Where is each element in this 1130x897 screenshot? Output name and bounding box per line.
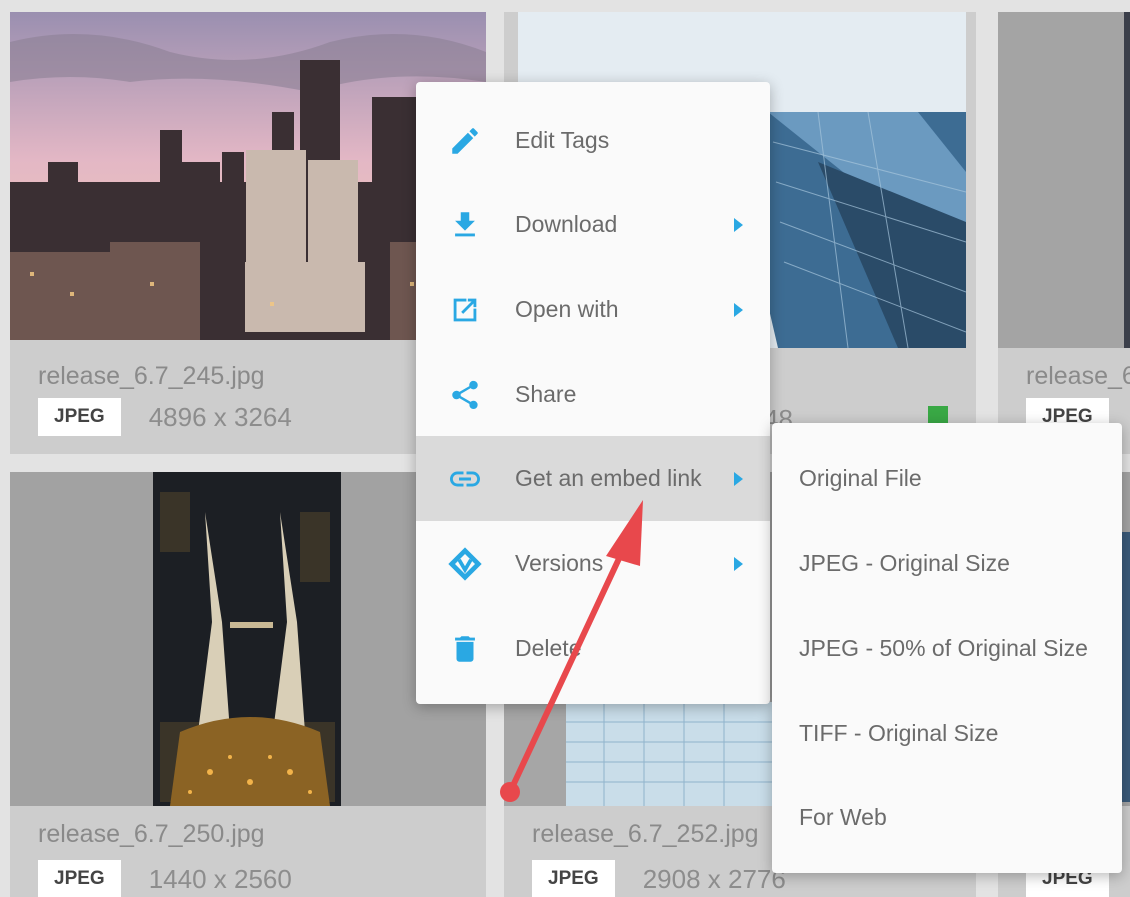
menu-item-versions[interactable]: Versions: [416, 521, 770, 606]
menu-item-label: Download: [515, 211, 618, 237]
asset-thumbnail[interactable]: [998, 12, 1130, 348]
download-icon: [444, 204, 486, 246]
chevron-right-icon: [734, 471, 743, 486]
menu-item-share[interactable]: Share: [416, 352, 770, 437]
asset-filename: release_6.7_245.jpg: [38, 362, 265, 390]
asset-dimensions: 2908 x 2776: [642, 863, 786, 894]
menu-item-label: Delete: [515, 635, 582, 661]
open-external-icon: [444, 289, 486, 331]
format-badge: JPEG: [38, 860, 121, 897]
trash-icon: [444, 628, 486, 670]
submenu-item-tiff-original[interactable]: TIFF - Original Size: [772, 692, 1122, 777]
menu-item-label: Share: [515, 381, 577, 407]
asset-filename: release_6.7_252.jpg: [532, 820, 759, 848]
menu-item-label: Open with: [515, 296, 619, 322]
asset-meta-row: JPEG 4896 x 3264: [38, 398, 292, 436]
asset-card[interactable]: release_6 JPEG: [998, 12, 1130, 454]
asset-card[interactable]: release_6.7_250.jpg JPEG 1440 x 2560: [10, 472, 486, 897]
submenu-item-label: For Web: [799, 804, 887, 830]
asset-dimensions: 1440 x 2560: [148, 863, 292, 894]
format-badge: JPEG: [38, 398, 121, 436]
submenu-item-original-file[interactable]: Original File: [772, 437, 1122, 522]
asset-filename: release_6: [1026, 362, 1130, 390]
asset-meta-row: JPEG 1440 x 2560: [38, 860, 292, 897]
menu-item-open-with[interactable]: Open with: [416, 267, 770, 352]
menu-item-download[interactable]: Download: [416, 182, 770, 267]
menu-item-label: Edit Tags: [515, 127, 610, 153]
share-icon: [444, 374, 486, 416]
chevron-right-icon: [734, 217, 743, 232]
link-icon: [444, 458, 486, 500]
submenu-item-label: JPEG - 50% of Original Size: [799, 635, 1088, 661]
menu-item-label: Versions: [515, 550, 604, 576]
asset-card[interactable]: release_6.7_245.jpg JPEG 4896 x 3264: [10, 12, 486, 454]
menu-item-get-embed-link[interactable]: Get an embed link: [416, 436, 770, 521]
asset-filename: release_6.7_250.jpg: [38, 820, 265, 848]
submenu-item-jpeg-50[interactable]: JPEG - 50% of Original Size: [772, 607, 1122, 692]
format-badge: JPEG: [532, 860, 615, 897]
asset-meta-row: JPEG 2908 x 2776: [532, 860, 786, 897]
chevron-right-icon: [734, 556, 743, 571]
submenu-item-jpeg-original[interactable]: JPEG - Original Size: [772, 522, 1122, 607]
versions-icon: [444, 543, 486, 585]
asset-thumbnail[interactable]: [10, 472, 486, 806]
pencil-icon: [444, 120, 486, 162]
menu-item-label: Get an embed link: [515, 465, 702, 491]
menu-item-edit-tags[interactable]: Edit Tags: [416, 98, 770, 183]
submenu-item-label: TIFF - Original Size: [799, 720, 999, 746]
embed-link-submenu: Original File JPEG - Original Size JPEG …: [772, 423, 1122, 873]
context-menu: Edit Tags Download Open with Share Get a…: [416, 82, 770, 704]
submenu-item-for-web[interactable]: For Web: [772, 776, 1122, 861]
asset-dimensions: 4896 x 3264: [148, 401, 292, 432]
menu-item-delete[interactable]: Delete: [416, 606, 770, 691]
asset-thumbnail[interactable]: [10, 12, 486, 340]
submenu-item-label: Original File: [799, 465, 922, 491]
submenu-item-label: JPEG - Original Size: [799, 550, 1010, 576]
chevron-right-icon: [734, 302, 743, 317]
